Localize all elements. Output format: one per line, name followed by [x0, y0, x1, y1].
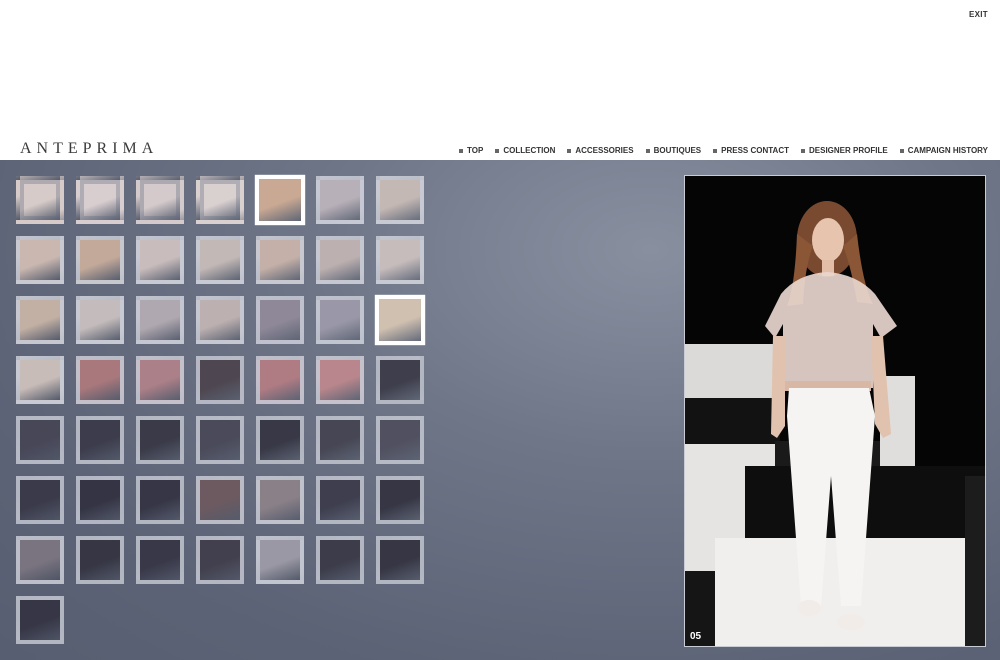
bullet-icon — [713, 148, 718, 153]
nav-collection[interactable]: COLLECTION — [495, 146, 555, 155]
nav-campaign-history[interactable]: CAMPAIGN HISTORY — [899, 146, 988, 155]
look-thumbnail[interactable] — [76, 536, 124, 584]
look-thumbnail[interactable] — [376, 416, 424, 464]
top-header: ANTEPRIMA TOP COLLECTION ACCESSORIES BOU… — [0, 138, 1000, 160]
exit-link[interactable]: EXIT — [969, 10, 988, 19]
brand-logo[interactable]: ANTEPRIMA — [20, 140, 158, 158]
nav-accessories[interactable]: ACCESSORIES — [567, 146, 634, 155]
look-thumbnail[interactable] — [316, 416, 364, 464]
look-thumbnail[interactable] — [316, 236, 364, 284]
nav-label: ACCESSORIES — [575, 146, 634, 155]
nav-label: DESIGNER PROFILE — [809, 146, 888, 155]
look-thumbnail[interactable] — [316, 356, 364, 404]
main-nav: TOP COLLECTION ACCESSORIES BOUTIQUES PRE… — [459, 146, 988, 155]
look-thumbnail[interactable] — [136, 416, 184, 464]
look-thumbnail[interactable] — [256, 476, 304, 524]
look-thumbnail[interactable] — [76, 476, 124, 524]
look-thumbnail[interactable] — [316, 176, 364, 224]
nav-boutiques[interactable]: BOUTIQUES — [645, 146, 702, 155]
look-viewer: 05 — [684, 175, 986, 647]
nav-label: COLLECTION — [503, 146, 556, 155]
bullet-icon — [645, 148, 650, 153]
look-thumbnail[interactable] — [316, 536, 364, 584]
nav-label: CAMPAIGN HISTORY — [907, 146, 988, 155]
look-thumbnail[interactable] — [16, 176, 64, 224]
look-thumbnail[interactable] — [256, 416, 304, 464]
bullet-icon — [567, 148, 572, 153]
look-thumbnail[interactable] — [16, 236, 64, 284]
look-thumbnail[interactable] — [16, 476, 64, 524]
look-thumbnail[interactable] — [256, 356, 304, 404]
look-thumbnail[interactable] — [196, 476, 244, 524]
look-thumbnail[interactable] — [196, 296, 244, 344]
look-thumbnail[interactable] — [76, 296, 124, 344]
thumbnail-grid — [16, 174, 426, 644]
look-thumbnail[interactable] — [376, 476, 424, 524]
bullet-icon — [801, 148, 805, 153]
look-thumbnail[interactable] — [16, 596, 64, 644]
nav-label: BOUTIQUES — [653, 146, 702, 155]
look-thumbnail[interactable] — [196, 536, 244, 584]
look-thumbnail[interactable] — [16, 356, 64, 404]
bullet-icon — [459, 148, 464, 153]
nav-top[interactable]: TOP — [459, 146, 483, 155]
look-thumbnail[interactable] — [196, 236, 244, 284]
look-thumbnail[interactable] — [196, 416, 244, 464]
look-thumbnail[interactable] — [254, 174, 306, 226]
look-thumbnail[interactable] — [76, 236, 124, 284]
look-thumbnail[interactable] — [16, 296, 64, 344]
look-thumbnail[interactable] — [376, 536, 424, 584]
look-thumbnail[interactable] — [256, 536, 304, 584]
look-thumbnail[interactable] — [136, 236, 184, 284]
look-counter: 05 — [690, 631, 702, 642]
look-thumbnail[interactable] — [76, 416, 124, 464]
look-thumbnail[interactable] — [376, 356, 424, 404]
nav-press-contact[interactable]: PRESS CONTACT — [713, 146, 789, 155]
look-thumbnail[interactable] — [196, 356, 244, 404]
look-thumbnail[interactable] — [76, 176, 124, 224]
collection-stage: 05 — [0, 160, 1000, 660]
look-thumbnail[interactable] — [374, 294, 426, 346]
look-thumbnail[interactable] — [256, 236, 304, 284]
look-thumbnail[interactable] — [136, 356, 184, 404]
runway-photo — [685, 176, 985, 646]
look-thumbnail[interactable] — [76, 356, 124, 404]
nav-label: PRESS CONTACT — [721, 146, 789, 155]
look-thumbnail[interactable] — [16, 536, 64, 584]
look-thumbnail[interactable] — [196, 176, 244, 224]
look-thumbnail[interactable] — [316, 476, 364, 524]
look-thumbnail[interactable] — [16, 416, 64, 464]
bullet-icon — [495, 148, 500, 153]
look-thumbnail[interactable] — [136, 176, 184, 224]
bullet-icon — [899, 148, 904, 153]
nav-designer-profile[interactable]: DESIGNER PROFILE — [801, 146, 888, 155]
look-thumbnail[interactable] — [376, 176, 424, 224]
look-thumbnail[interactable] — [136, 536, 184, 584]
look-thumbnail[interactable] — [376, 236, 424, 284]
look-thumbnail[interactable] — [256, 296, 304, 344]
nav-label: TOP — [467, 146, 484, 155]
look-thumbnail[interactable] — [316, 296, 364, 344]
look-thumbnail[interactable] — [136, 296, 184, 344]
look-thumbnail[interactable] — [136, 476, 184, 524]
